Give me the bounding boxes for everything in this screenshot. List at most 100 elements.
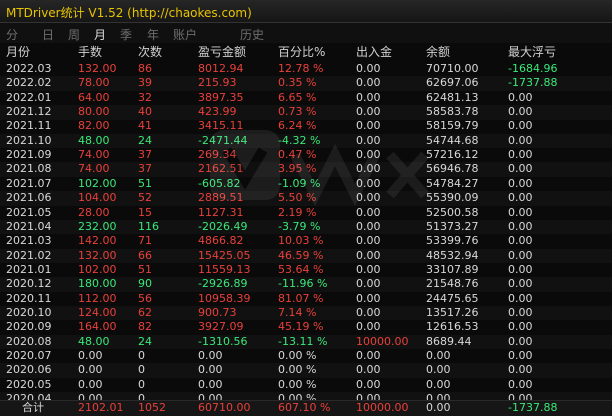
table-cell: 0.00 xyxy=(508,349,533,362)
table-cell: 2889.51 xyxy=(198,191,244,205)
table-cell: 0.00 xyxy=(356,320,381,334)
table-cell: 3.95 % xyxy=(278,162,317,176)
table-cell: 11559.13 xyxy=(198,262,251,276)
table-cell: -2026.49 xyxy=(198,219,248,233)
table-cell: 15 xyxy=(138,205,152,219)
table-row[interactable]: 2020.11 112.00 56 10958.39 81.07 % 0.00 24475.… xyxy=(0,292,612,307)
tab-2[interactable]: 周 xyxy=(68,26,80,43)
window-title: MTDriver统计 V1.52 (http://chaokes.com) xyxy=(6,6,252,20)
table-row[interactable]: 2021.02 132.00 66 15425.05 46.59 % 0.00 48532.… xyxy=(0,248,612,264)
table-cell: 80.00 xyxy=(78,105,110,119)
table-row[interactable]: 2021.07 102.00 51 -605.82 -1.09 % 0.00 54784.2… xyxy=(0,177,612,192)
column-header[interactable]: 次数 xyxy=(138,45,162,59)
total-cell: 0.00 xyxy=(426,401,451,414)
table-cell: 0.00 xyxy=(356,305,381,319)
table-cell: 0.00 xyxy=(198,377,223,391)
table-cell: 48532.94 xyxy=(426,248,479,262)
table-cell: 0.00 xyxy=(508,219,533,233)
table-cell: -2926.89 xyxy=(198,277,248,291)
tab-5[interactable]: 年 xyxy=(147,26,159,43)
table-cell: 39 xyxy=(138,76,152,90)
table-row[interactable]: 2021.11 82.00 41 3415.11 6.24 % 0.00 58159.79 0… xyxy=(0,119,612,134)
table-cell: -605.82 xyxy=(198,176,241,190)
table-cell: 0.00 xyxy=(356,377,381,391)
table-row[interactable]: 2022.01 64.00 32 3897.35 6.65 % 0.00 62481.13 0… xyxy=(0,91,612,106)
column-header[interactable]: 盈亏金额 xyxy=(198,45,246,59)
table-cell: 0.00 xyxy=(426,377,451,391)
table-cell: 90 xyxy=(138,277,152,291)
column-header[interactable]: 百分比% xyxy=(278,45,325,59)
table-cell: 102.00 xyxy=(78,176,117,190)
table-cell: 0.00 xyxy=(356,234,381,248)
column-header[interactable]: 手数 xyxy=(78,45,102,59)
table-cell: 3415.11 xyxy=(198,119,244,133)
table-cell: -11.96 % xyxy=(278,277,328,291)
tab-1[interactable]: 日 xyxy=(42,26,54,43)
column-header[interactable]: 最大浮亏 xyxy=(508,45,556,59)
table-cell: 3927.09 xyxy=(198,320,244,334)
table-cell: 2021.12 xyxy=(6,105,52,119)
table-cell: 0.00 xyxy=(508,277,533,291)
tab-7[interactable]: 历史 xyxy=(240,26,264,43)
column-header[interactable]: 出入金 xyxy=(356,45,392,59)
table-cell: 2020.06 xyxy=(6,363,52,377)
table-cell: 104.00 xyxy=(78,191,117,205)
table-cell: 13517.26 xyxy=(426,305,479,319)
tab-3[interactable]: 月 xyxy=(94,26,106,43)
table-cell: 0.00 % xyxy=(278,349,317,362)
table-cell: 0.00 xyxy=(426,349,451,362)
table-row[interactable]: 2021.04 232.00 116 -2026.49 -3.79 % 0.00 51373… xyxy=(0,219,612,235)
table-cell: 62 xyxy=(138,305,152,319)
table-row[interactable]: 2022.03 132.00 86 8012.94 12.78 % 0.00 70710.0… xyxy=(0,62,612,77)
tab-4[interactable]: 季 xyxy=(120,26,132,43)
table-cell: 0.00 xyxy=(198,349,223,362)
table-cell: 2021.08 xyxy=(6,162,52,176)
table-cell: 48.00 xyxy=(78,133,110,147)
table-cell: 8689.44 xyxy=(426,334,472,348)
table-cell: 2020.10 xyxy=(6,305,52,319)
table-cell: 232.00 xyxy=(78,219,117,233)
table-cell: 15425.05 xyxy=(198,248,251,262)
table-row[interactable]: 2021.06 104.00 52 2889.51 5.50 % 0.00 55390.09… xyxy=(0,191,612,206)
table-row[interactable]: 2021.09 74.00 37 269.34 0.47 % 0.00 57216.12 0.… xyxy=(0,148,612,163)
table-cell: 5.50 % xyxy=(278,191,317,205)
table-cell: -1.09 % xyxy=(278,176,321,190)
table-cell: 0.00 xyxy=(356,277,381,291)
table-row[interactable]: 2020.07 0.00 0 0.00 0.00 % 0.00 0.00 0.00 xyxy=(0,349,612,364)
table-row[interactable]: 2022.02 78.00 39 215.93 0.35 % 0.00 62697.06 -1… xyxy=(0,76,612,91)
table-row[interactable]: 2020.09 164.00 82 3927.09 45.19 % 0.00 12616.5… xyxy=(0,320,612,335)
table-row[interactable]: 2021.05 28.00 15 1127.31 2.19 % 0.00 52500.58 0… xyxy=(0,206,612,221)
table-cell: 0.73 % xyxy=(278,105,317,119)
table-cell: 124.00 xyxy=(78,305,117,319)
table-cell: 53399.76 xyxy=(426,234,479,248)
tab-6[interactable]: 账户 xyxy=(173,26,197,43)
total-cell: 607.10 % xyxy=(278,401,331,414)
tab-0[interactable]: 分 xyxy=(6,26,18,43)
table-row[interactable]: 2021.08 74.00 37 2162.51 3.95 % 0.00 56946.78 0… xyxy=(0,162,612,177)
table-row[interactable]: 2020.12 180.00 90 -2926.89 -11.96 % 0.00 21548… xyxy=(0,277,612,292)
table-cell: 0.00 xyxy=(508,234,533,248)
table-cell: 0.00 xyxy=(356,133,381,147)
table-cell: 10000.00 xyxy=(356,334,409,348)
table-row[interactable]: 2020.08 48.00 24 -1310.56 -13.11 % 10000.00 86… xyxy=(0,334,612,350)
table-cell: 24 xyxy=(138,133,152,147)
table-cell: 2.19 % xyxy=(278,205,317,219)
table-cell: 74.00 xyxy=(78,162,110,176)
table-row[interactable]: 2020.06 0.00 0 0.00 0.00 % 0.00 0.00 0.00 xyxy=(0,363,612,378)
table-row[interactable]: 2021.03 142.00 71 4866.82 10.03 % 0.00 53399.7… xyxy=(0,234,612,249)
table-cell: 0.00 xyxy=(356,148,381,162)
table-row[interactable]: 2021.01 102.00 51 11559.13 53.64 % 0.00 33107.… xyxy=(0,263,612,278)
table-row[interactable]: 2021.10 48.00 24 -2471.44 -4.32 % 0.00 54744.6… xyxy=(0,133,612,149)
table-cell: 58583.78 xyxy=(426,105,479,119)
table-cell: 57216.12 xyxy=(426,148,479,162)
table-cell: 2020.05 xyxy=(6,377,52,391)
table-cell: 12616.53 xyxy=(426,320,479,334)
column-header[interactable]: 月份 xyxy=(6,45,30,59)
table-row[interactable]: 2020.05 0.00 0 0.00 0.00 % 0.00 0.00 0.00 xyxy=(0,378,612,393)
table-row[interactable]: 2021.12 80.00 40 423.99 0.73 % 0.00 58583.78 0.… xyxy=(0,105,612,120)
table-cell: 2021.03 xyxy=(6,234,52,248)
table-row[interactable]: 2020.10 124.00 62 900.73 7.14 % 0.00 13517.26 0… xyxy=(0,305,612,321)
column-header[interactable]: 余额 xyxy=(426,45,450,59)
table-cell: 7.14 % xyxy=(278,305,317,319)
table-cell: 21548.76 xyxy=(426,277,479,291)
